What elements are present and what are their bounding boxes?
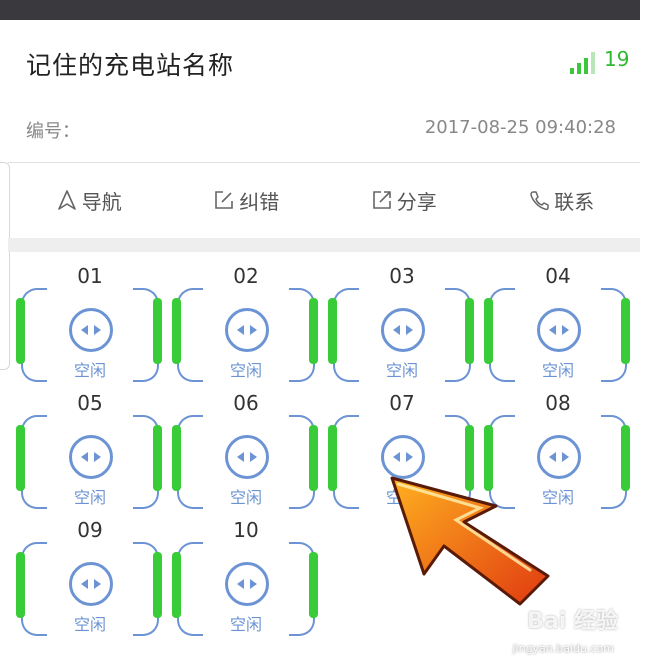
watermark-logo: Bai 经验 bbox=[527, 609, 618, 634]
charging-port[interactable]: 03 空闲 bbox=[327, 258, 477, 382]
socket-icon bbox=[69, 435, 113, 479]
timestamp: 2017-08-25 09:40:28 bbox=[424, 117, 616, 138]
share-label: 分享 bbox=[396, 189, 437, 214]
socket-icon bbox=[69, 308, 113, 352]
navigate-icon bbox=[57, 190, 76, 210]
port-number: 05 bbox=[77, 391, 103, 415]
watermark-url: jingyan.baidu.com bbox=[512, 642, 614, 655]
correct-button[interactable]: 纠错 bbox=[168, 165, 326, 235]
charging-port[interactable]: 01 空闲 bbox=[15, 258, 165, 382]
navigate-label: 导航 bbox=[81, 189, 122, 214]
socket-icon bbox=[381, 308, 425, 352]
port-number: 03 bbox=[389, 264, 415, 288]
charging-port[interactable]: 10 空闲 bbox=[171, 512, 321, 636]
share-icon bbox=[372, 191, 391, 209]
socket-icon bbox=[225, 435, 269, 479]
charging-port[interactable]: 04 空闲 bbox=[483, 258, 633, 382]
charging-port[interactable]: 06 空闲 bbox=[171, 385, 321, 509]
section-divider bbox=[8, 238, 640, 252]
contact-button[interactable]: 联系 bbox=[483, 165, 641, 235]
signal-icon bbox=[570, 48, 595, 74]
socket-icon bbox=[537, 308, 581, 352]
port-status: 空闲 bbox=[73, 488, 106, 507]
contact-label: 联系 bbox=[554, 189, 595, 214]
port-status: 空闲 bbox=[229, 361, 262, 380]
socket-icon bbox=[69, 562, 113, 606]
phone-icon bbox=[530, 191, 549, 211]
charging-port[interactable]: 05 空闲 bbox=[15, 385, 165, 509]
port-number: 10 bbox=[233, 518, 259, 542]
port-number: 08 bbox=[545, 391, 571, 415]
divider bbox=[8, 162, 640, 163]
action-bar: 导航 纠错 分享 联系 bbox=[10, 165, 640, 235]
charging-port[interactable]: 09 空闲 bbox=[15, 512, 165, 636]
navigate-button[interactable]: 导航 bbox=[10, 165, 168, 235]
charging-port[interactable]: 02 空闲 bbox=[171, 258, 321, 382]
port-number: 09 bbox=[77, 518, 103, 542]
port-status: 空闲 bbox=[541, 361, 574, 380]
port-number: 04 bbox=[545, 264, 571, 288]
station-title: 记住的充电站名称 bbox=[26, 51, 235, 80]
port-number: 02 bbox=[233, 264, 259, 288]
port-number: 06 bbox=[233, 391, 259, 415]
socket-icon bbox=[225, 562, 269, 606]
status-bar bbox=[0, 0, 640, 20]
socket-icon bbox=[225, 308, 269, 352]
port-status: 空闲 bbox=[229, 615, 262, 634]
port-status: 空闲 bbox=[73, 361, 106, 380]
signal-count: 19 bbox=[604, 47, 630, 71]
id-label: 编号： bbox=[26, 121, 80, 142]
port-status: 空闲 bbox=[229, 488, 262, 507]
share-button[interactable]: 分享 bbox=[325, 165, 483, 235]
correct-label: 纠错 bbox=[239, 189, 280, 214]
port-status: 空闲 bbox=[385, 361, 418, 380]
port-status: 空闲 bbox=[73, 615, 106, 634]
edit-icon bbox=[215, 191, 234, 209]
pointer-arrow-icon bbox=[390, 476, 550, 606]
port-number: 07 bbox=[389, 391, 415, 415]
port-number: 01 bbox=[77, 264, 103, 288]
side-handle[interactable] bbox=[0, 162, 10, 370]
